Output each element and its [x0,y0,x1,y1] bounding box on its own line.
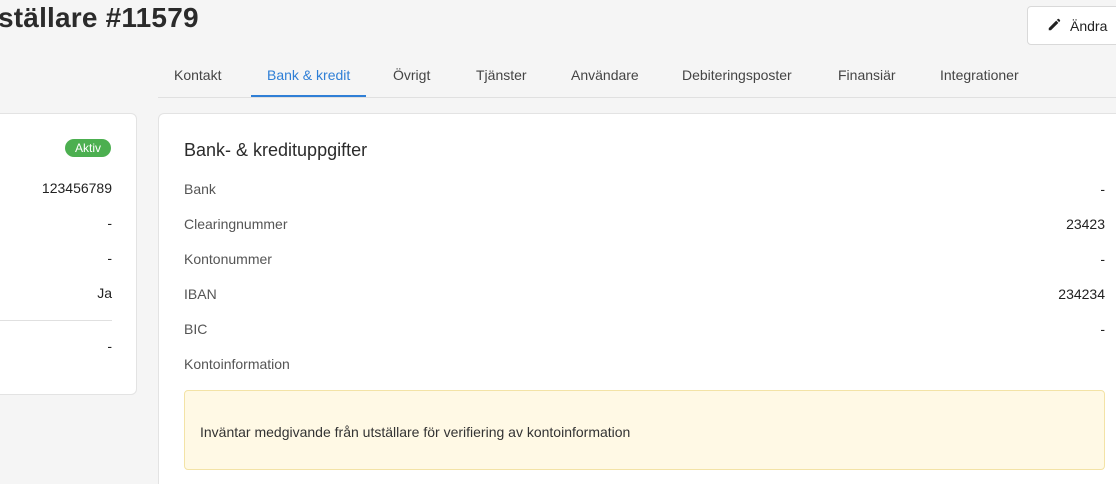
field-label: IBAN [184,286,217,302]
summary-value: 123456789 [41,180,112,196]
field-value: 23423 [1066,216,1105,232]
field-value: 234234 [1058,286,1105,302]
edit-button-label: Ändra [1070,17,1108,34]
field-value: - [1100,251,1105,267]
page: ställare #11579 Ändra Kontakt Bank & kre… [0,0,1116,484]
summary-value: - [107,338,112,354]
field-row-clearingnummer: Clearingnummer 23423 [184,216,1105,236]
field-row-kontonummer: Kontonummer - [184,251,1105,271]
tab-debiteringsposter[interactable]: Debiteringsposter [682,54,792,97]
tab-tjanster[interactable]: Tjänster [476,54,527,97]
field-label: Kontonummer [184,251,272,267]
divider [0,320,112,321]
tab-ovrigt[interactable]: Övrigt [393,54,430,97]
edit-button[interactable]: Ändra [1027,6,1116,45]
tab-finansiar[interactable]: Finansiär [838,54,896,97]
bank-credit-card: Bank- & kredituppgifter Bank - Clearingn… [158,113,1116,484]
field-row-kontoinformation: Kontoinformation [184,356,1105,376]
field-label: Clearingnummer [184,216,288,232]
section-title: Bank- & kredituppgifter [184,140,368,160]
tab-integrationer[interactable]: Integrationer [940,54,1019,97]
summary-card: Aktiv 123456789 - - Ja - [0,113,137,395]
summary-value: Ja [97,285,112,301]
field-row-bank: Bank - [184,181,1105,201]
summary-value: - [107,250,112,266]
field-label: Bank [184,181,216,197]
field-value: - [1100,321,1105,337]
tab-anvandare[interactable]: Användare [571,54,639,97]
status-badge: Aktiv [65,139,112,157]
notice-text: Inväntar medgivande från utställare för … [200,424,631,440]
field-row-bic: BIC - [184,321,1105,341]
tab-kontakt[interactable]: Kontakt [174,54,221,97]
field-row-iban: IBAN 234234 [184,286,1105,306]
field-label: BIC [184,321,208,337]
tab-bar: Kontakt Bank & kredit Övrigt Tjänster An… [158,54,1116,98]
summary-value: - [107,215,112,231]
field-value: - [1100,181,1105,197]
pencil-icon [1047,18,1063,34]
verification-notice: Inväntar medgivande från utställare för … [184,390,1105,470]
page-title: ställare #11579 [0,2,199,33]
tab-bank-kredit[interactable]: Bank & kredit [250,54,367,97]
field-label: Kontoinformation [184,356,290,372]
